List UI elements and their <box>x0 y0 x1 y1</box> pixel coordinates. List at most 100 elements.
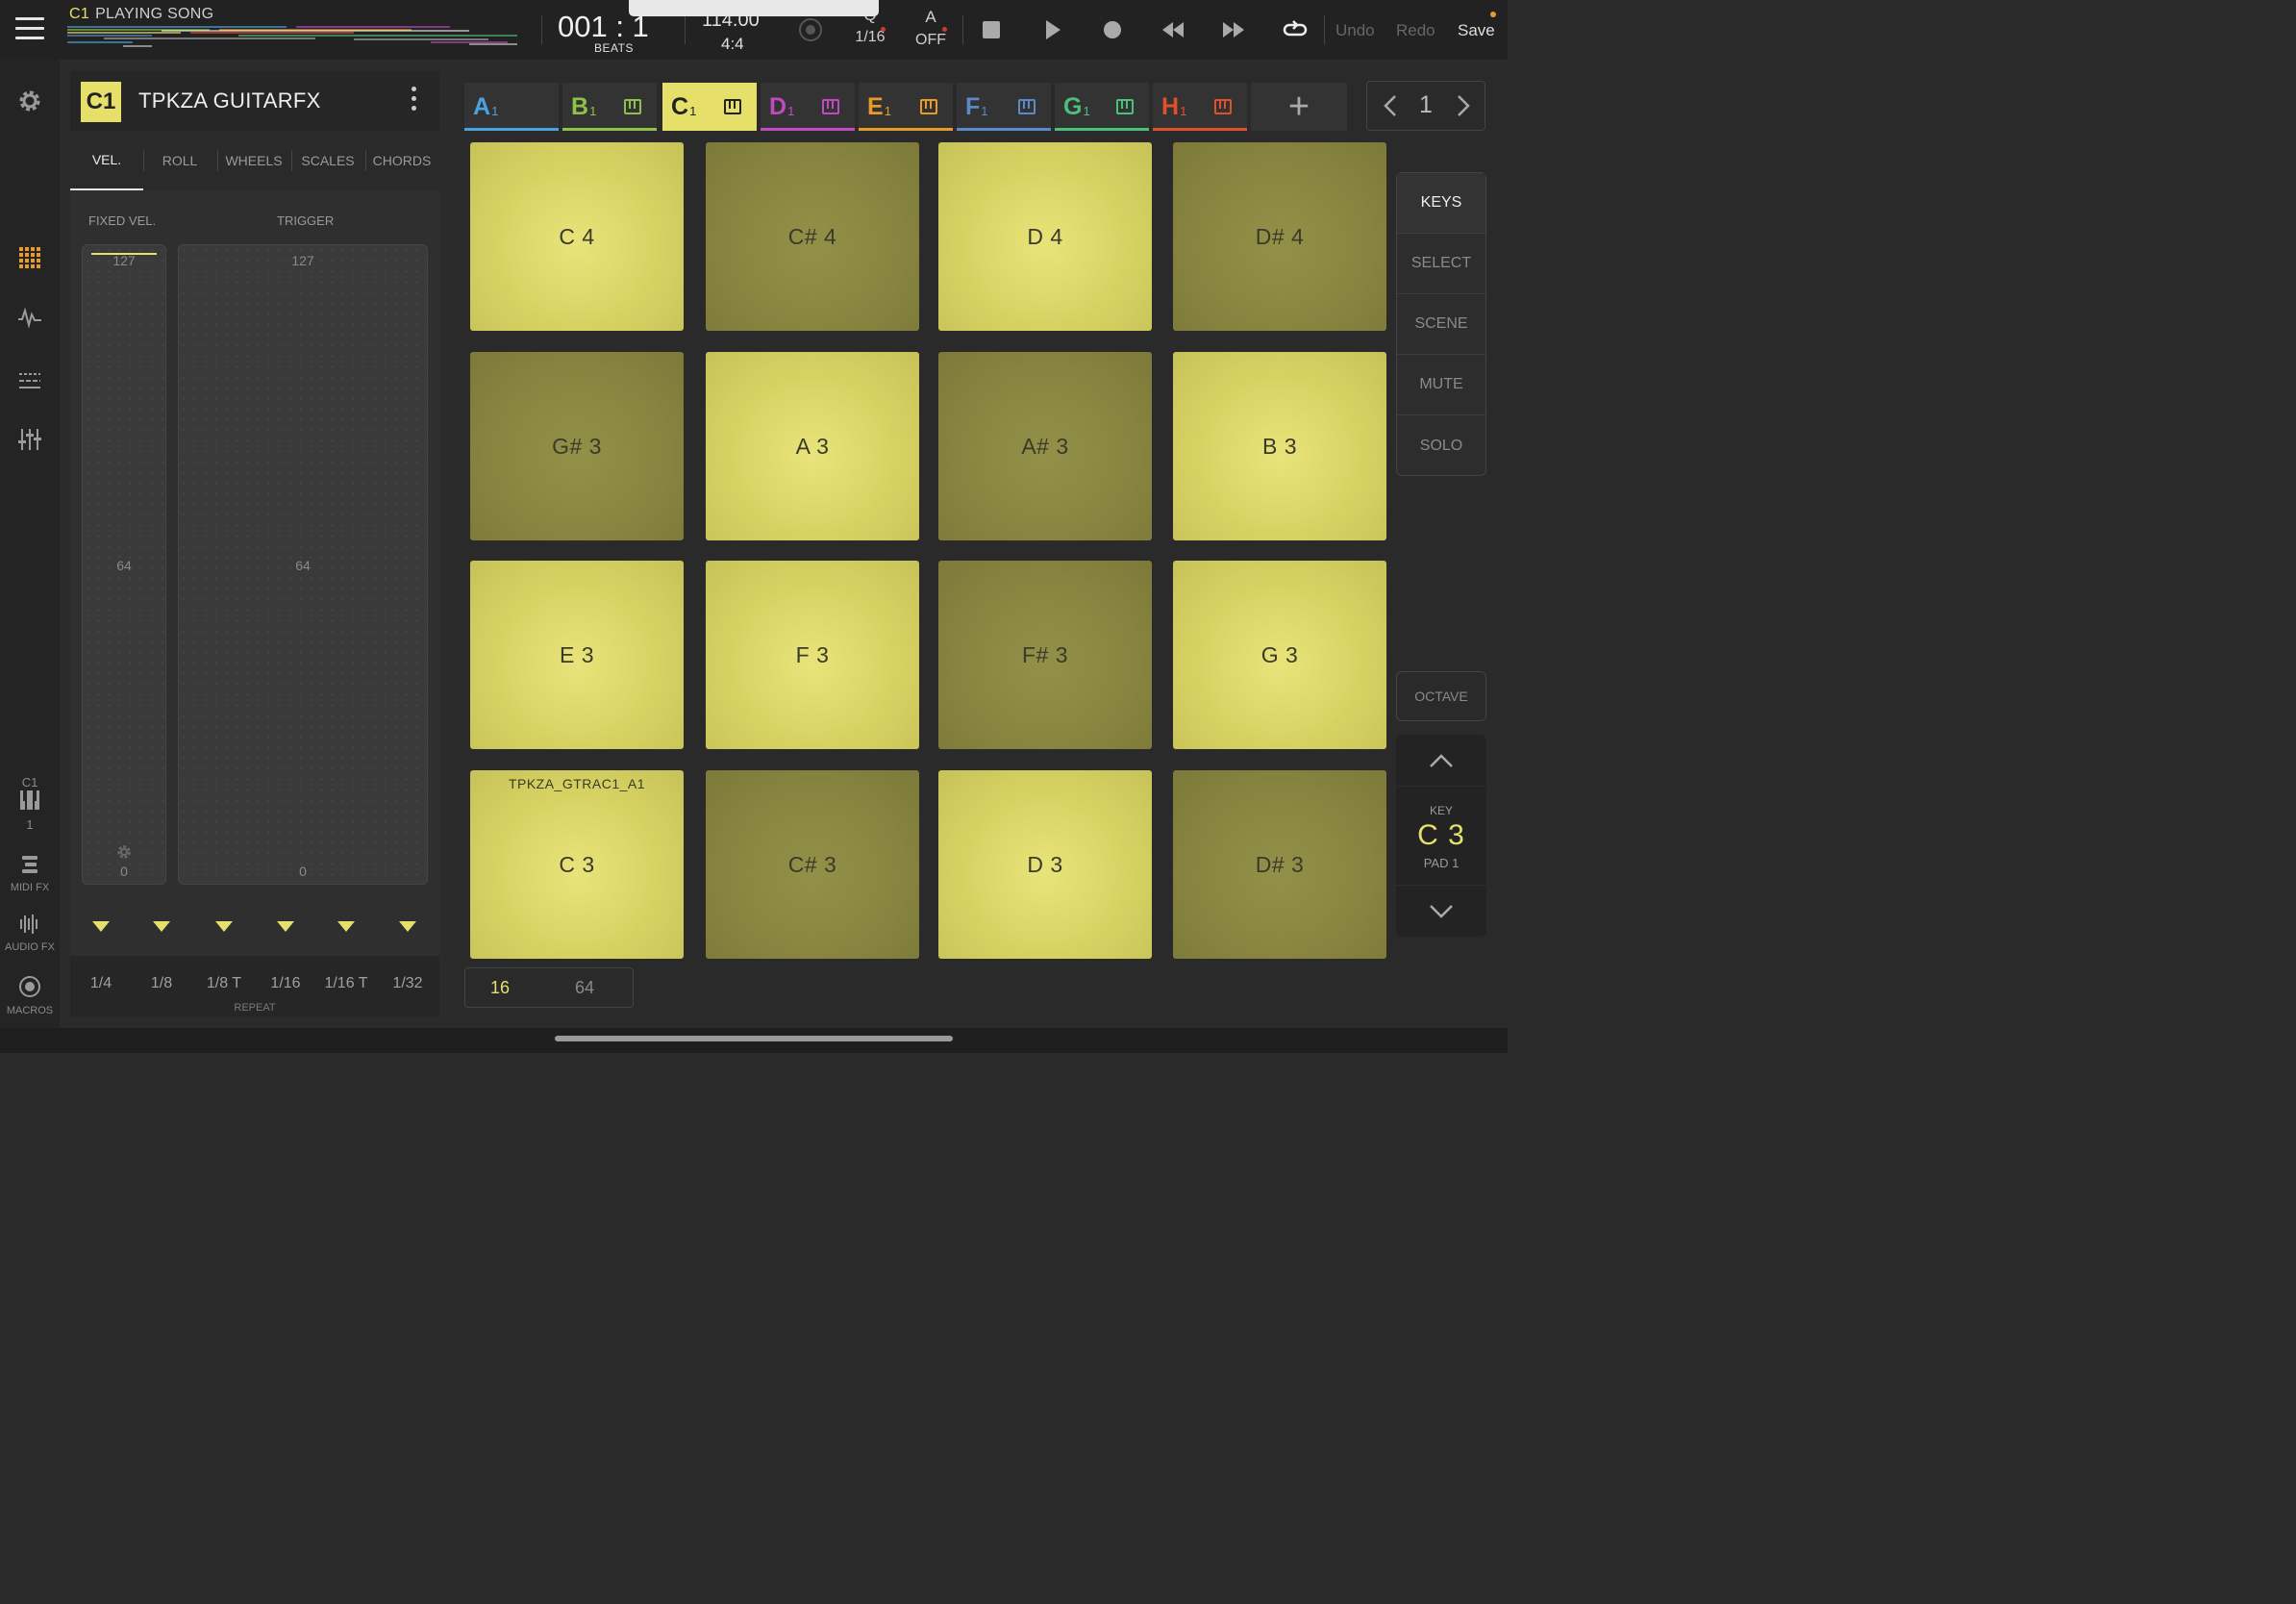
grid-size-64[interactable]: 64 <box>575 978 594 998</box>
repeat-arrow-icon[interactable] <box>153 921 170 932</box>
menu-icon[interactable] <box>15 17 44 42</box>
pad[interactable]: C 4 <box>470 142 684 331</box>
pad-note: C 4 <box>559 223 595 249</box>
mute-button[interactable]: MUTE <box>1397 355 1485 415</box>
quantize-indicator <box>881 27 886 32</box>
track-tab[interactable]: E1 <box>859 83 953 131</box>
scene-button[interactable]: SCENE <box>1397 294 1485 355</box>
fixed-velocity-slider[interactable]: 127 64 0 <box>82 244 166 885</box>
gear-icon[interactable] <box>115 843 133 865</box>
repeat-option[interactable]: 1/16 T <box>317 975 375 992</box>
pad[interactable]: B 3 <box>1173 352 1386 540</box>
pad[interactable]: G# 3 <box>470 352 684 540</box>
solo-button[interactable]: SOLO <box>1397 415 1485 476</box>
pad[interactable]: D# 4 <box>1173 142 1386 331</box>
loop-icon[interactable] <box>1282 17 1309 42</box>
grid-size-toggle: 16 64 <box>464 967 634 1008</box>
play-icon[interactable] <box>1042 17 1063 42</box>
gear-icon[interactable] <box>0 87 60 120</box>
save-button[interactable]: Save <box>1458 21 1495 40</box>
macros-button[interactable]: MACROS <box>0 975 60 1016</box>
track-name[interactable]: TPKZA GUITARFX <box>138 88 321 113</box>
repeat-arrow-icon[interactable] <box>92 921 110 932</box>
piano-icon <box>20 790 39 810</box>
add-track-button[interactable]: + <box>1251 83 1347 131</box>
pad-note: E 3 <box>559 641 595 667</box>
grid-size-16[interactable]: 16 <box>490 978 510 998</box>
pad[interactable]: F# 3 <box>938 561 1152 749</box>
rewind-icon[interactable] <box>1160 19 1186 40</box>
mode-buttons: KEYS SELECT SCENE MUTE SOLO <box>1396 172 1486 476</box>
tab-scales[interactable]: SCALES <box>291 131 364 190</box>
pad[interactable]: G 3 <box>1173 561 1386 749</box>
repeat-arrow-icon[interactable] <box>277 921 294 932</box>
octave-up-icon[interactable] <box>1396 735 1486 787</box>
position-unit: BEATS <box>594 41 634 55</box>
trigger-slider[interactable]: 127 64 0 <box>178 244 428 885</box>
pad[interactable]: F 3 <box>706 561 919 749</box>
pad[interactable]: A 3 <box>706 352 919 540</box>
midi-fx-label: MIDI FX <box>10 882 50 893</box>
fast-forward-icon[interactable] <box>1220 19 1247 40</box>
track-tab[interactable]: H1 <box>1153 83 1247 131</box>
pad-note: D# 3 <box>1255 851 1305 877</box>
track-tab[interactable]: A1 <box>464 83 559 131</box>
system-notch <box>629 0 879 16</box>
kebab-icon[interactable] <box>407 87 420 117</box>
pad[interactable]: D 3 <box>938 770 1152 959</box>
pad[interactable]: A# 3 <box>938 352 1152 540</box>
grid-icon[interactable] <box>0 247 60 273</box>
pad[interactable]: C# 3 <box>706 770 919 959</box>
record-icon[interactable] <box>1104 21 1121 38</box>
repeat-option[interactable]: 1/8 T <box>195 975 253 992</box>
undo-button[interactable]: Undo <box>1335 21 1375 40</box>
pad[interactable]: D 4 <box>938 142 1152 331</box>
tab-velocity[interactable]: VEL. <box>70 131 143 190</box>
track-tab[interactable]: F1 <box>957 83 1051 131</box>
metronome-icon[interactable] <box>796 15 825 44</box>
repeat-arrow-icon[interactable] <box>399 921 416 932</box>
tab-chords[interactable]: CHORDS <box>365 131 438 190</box>
time-signature[interactable]: 4:4 <box>721 35 744 54</box>
pad-note: C# 3 <box>787 851 837 877</box>
page-number: 1 <box>1419 91 1433 118</box>
pad[interactable]: TPKZA_GTRAC1_A1 C 3 <box>470 770 684 959</box>
octave-down-icon[interactable] <box>1396 885 1486 937</box>
macros-label: MACROS <box>6 1005 54 1016</box>
audio-fx-button[interactable]: AUDIO FX <box>0 914 60 953</box>
stop-icon[interactable] <box>983 21 1000 38</box>
page-prev-icon[interactable] <box>1377 91 1406 120</box>
tab-roll[interactable]: ROLL <box>143 131 216 190</box>
piano-icon <box>920 99 937 114</box>
waveform-icon[interactable] <box>0 306 60 334</box>
trigger-max: 127 <box>291 253 314 268</box>
repeat-option[interactable]: 1/4 <box>72 975 130 992</box>
track-tab[interactable]: B1 <box>562 83 657 131</box>
track-tab[interactable]: C1 <box>662 83 757 131</box>
mixer-icon[interactable] <box>0 427 60 457</box>
repeat-arrow-icon[interactable] <box>337 921 355 932</box>
select-button[interactable]: SELECT <box>1397 234 1485 294</box>
keys-button[interactable]: KEYS <box>1397 173 1485 234</box>
song-overview[interactable] <box>65 23 525 50</box>
octave-button[interactable]: OCTAVE <box>1396 671 1486 721</box>
repeat-option[interactable]: 1/32 <box>379 975 437 992</box>
track-tab[interactable]: D1 <box>761 83 855 131</box>
track-tab-underline <box>761 128 855 131</box>
repeat-option[interactable]: 1/16 <box>257 975 314 992</box>
repeat-option[interactable]: 1/8 <box>133 975 190 992</box>
track-tab[interactable]: G1 <box>1055 83 1149 131</box>
instrument-button[interactable]: C1 1 <box>0 775 60 832</box>
pad-note: C 3 <box>559 851 595 877</box>
track-tab-underline <box>1153 128 1247 131</box>
pad[interactable]: C# 4 <box>706 142 919 331</box>
tab-wheels[interactable]: WHEELS <box>217 131 290 190</box>
track-tab-number: 1 <box>1083 103 1090 118</box>
sequencer-icon[interactable] <box>0 369 60 397</box>
page-next-icon[interactable] <box>1448 91 1477 120</box>
repeat-arrow-icon[interactable] <box>215 921 233 932</box>
redo-button[interactable]: Redo <box>1396 21 1435 40</box>
pad[interactable]: E 3 <box>470 561 684 749</box>
pad[interactable]: D# 3 <box>1173 770 1386 959</box>
midi-fx-button[interactable]: MIDI FX <box>0 854 60 893</box>
